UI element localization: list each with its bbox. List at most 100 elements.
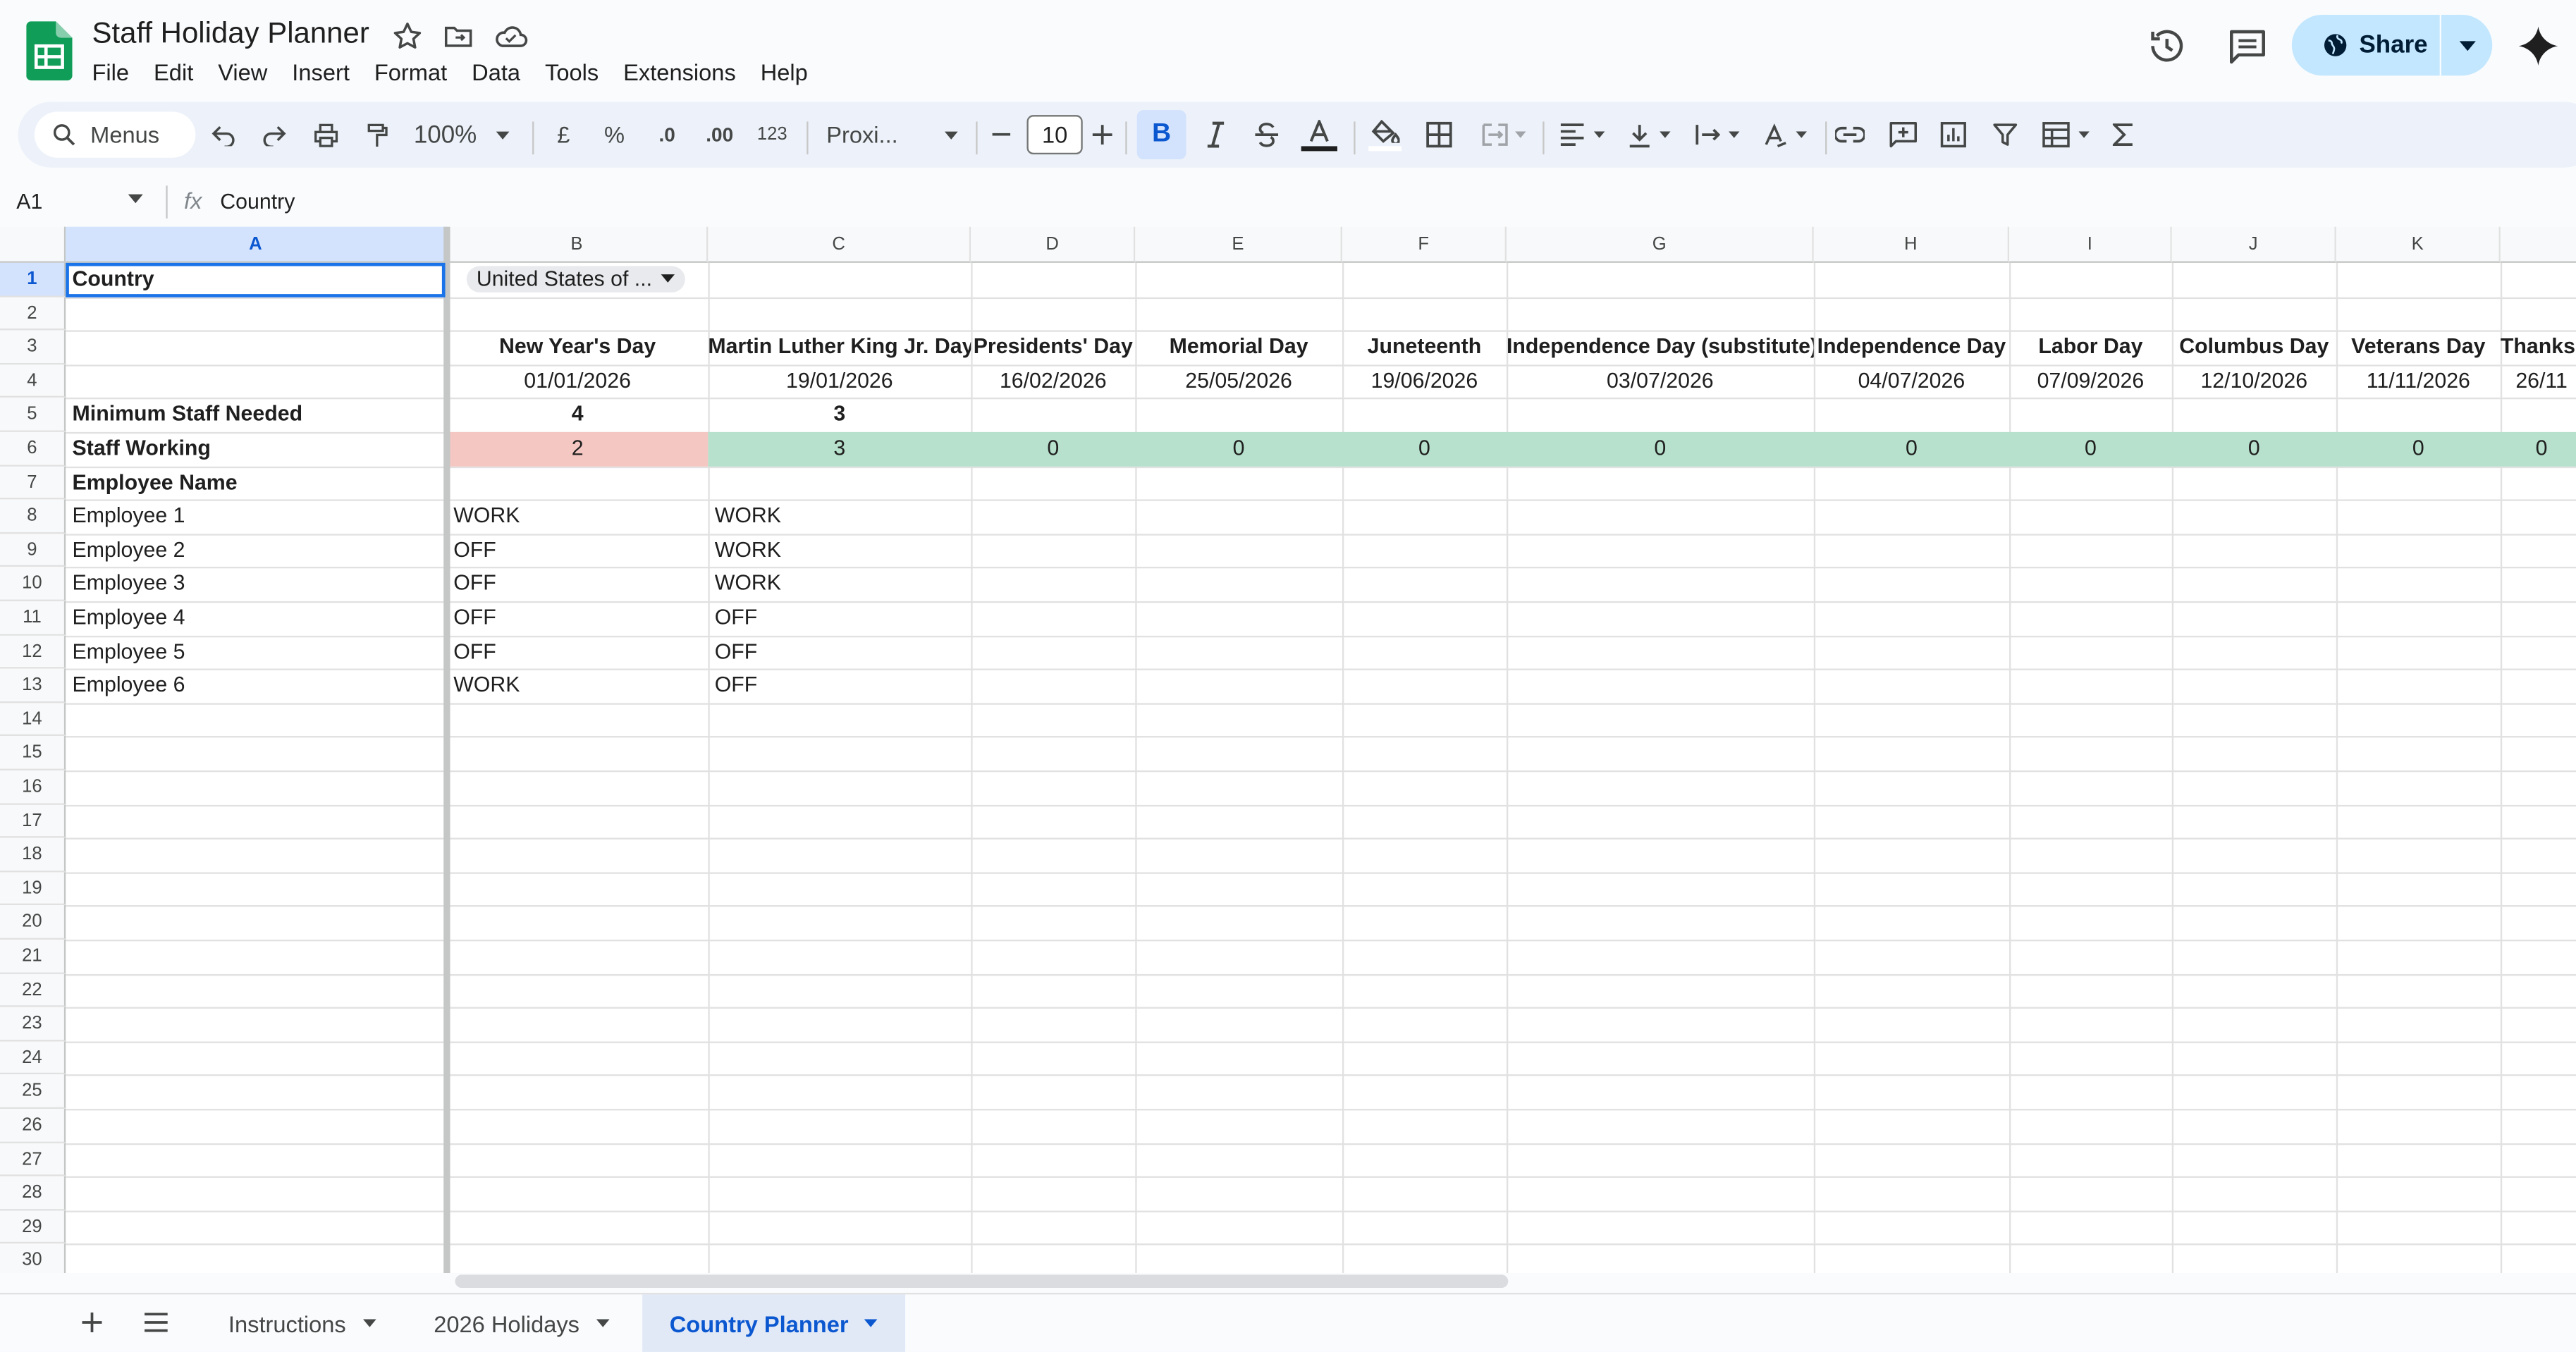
holiday-name[interactable]: Veterans Day <box>2336 331 2501 364</box>
number-format-button[interactable]: 123 <box>752 102 792 167</box>
row-header-28[interactable]: 28 <box>0 1176 66 1210</box>
column-header-h[interactable]: H <box>1813 226 2010 263</box>
holiday-date[interactable]: 01/01/2026 <box>447 364 709 398</box>
column-header-g[interactable]: G <box>1506 226 1814 263</box>
menu-insert[interactable]: Insert <box>292 58 362 87</box>
staff-working-count[interactable]: 0 <box>1135 432 1342 466</box>
employee-name[interactable]: Employee 4 <box>66 601 447 635</box>
staff-working-count[interactable]: 3 <box>708 432 971 466</box>
share-main[interactable]: Share <box>2292 15 2440 75</box>
percent-format-button[interactable]: % <box>601 102 627 167</box>
print-icon[interactable] <box>307 102 343 167</box>
column-header-f[interactable]: F <box>1342 226 1507 263</box>
employee-name[interactable]: Employee 6 <box>66 669 447 703</box>
menu-edit[interactable]: Edit <box>154 58 207 87</box>
staff-working-count[interactable]: 0 <box>971 432 1135 466</box>
insert-link-icon[interactable] <box>1832 102 1867 167</box>
row-header-5[interactable]: 5 <box>0 398 66 432</box>
staff-working-count[interactable]: 0 <box>2501 432 2576 466</box>
row-header-15[interactable]: 15 <box>0 736 66 770</box>
staff-working-count[interactable]: 0 <box>1342 432 1507 466</box>
column-header-e[interactable]: E <box>1135 226 1342 263</box>
move-folder-icon[interactable] <box>442 20 475 53</box>
row-header-29[interactable]: 29 <box>0 1210 66 1245</box>
row-header-26[interactable]: 26 <box>0 1109 66 1143</box>
comments-icon[interactable] <box>2226 25 2269 68</box>
decrease-decimal-button[interactable]: .0 <box>649 102 685 167</box>
row-header-16[interactable]: 16 <box>0 770 66 804</box>
row-header-14[interactable]: 14 <box>0 702 66 737</box>
column-header-i[interactable]: I <box>2009 226 2172 263</box>
min-staff-count[interactable]: 4 <box>447 398 709 432</box>
row-header-27[interactable]: 27 <box>0 1143 66 1177</box>
holiday-date[interactable]: 11/11/2026 <box>2336 364 2501 398</box>
horizontal-align-icon[interactable] <box>1552 102 1612 167</box>
row-header-22[interactable]: 22 <box>0 973 66 1007</box>
staff-working-count[interactable]: 2 <box>447 432 709 466</box>
holiday-date[interactable]: 25/05/2026 <box>1135 364 1342 398</box>
name-box[interactable]: A1 <box>16 189 42 214</box>
cell-a6[interactable]: Staff Working <box>66 432 447 466</box>
row-header-10[interactable]: 10 <box>0 567 66 601</box>
column-header-k[interactable]: K <box>2336 226 2501 263</box>
menu-file[interactable]: File <box>92 58 142 87</box>
holiday-name[interactable]: Juneteenth <box>1342 331 1507 364</box>
holiday-date[interactable]: 12/10/2026 <box>2172 364 2336 398</box>
employee-name[interactable]: Employee 3 <box>66 567 447 601</box>
employee-status-c[interactable]: OFF <box>708 669 971 703</box>
holiday-name[interactable]: Independence Day (substitute) <box>1507 331 1814 364</box>
filter-icon[interactable] <box>1986 102 2022 167</box>
holiday-name[interactable]: Memorial Day <box>1135 331 1342 364</box>
employee-name[interactable]: Employee 5 <box>66 635 447 669</box>
row-header-18[interactable]: 18 <box>0 837 66 872</box>
name-box-chevron-down-icon[interactable] <box>128 194 143 204</box>
share-dropdown-chevron-icon[interactable] <box>2441 15 2492 75</box>
holiday-name[interactable]: Independence Day <box>1814 331 2009 364</box>
employee-status-b[interactable]: OFF <box>447 534 709 567</box>
holiday-date[interactable]: 19/01/2026 <box>708 364 971 398</box>
column-header-a[interactable]: A <box>66 226 447 263</box>
tab-instructions[interactable]: Instructions <box>209 1294 395 1352</box>
employee-name[interactable]: Employee 2 <box>66 534 447 567</box>
employee-status-b[interactable]: OFF <box>447 601 709 635</box>
increase-decimal-button[interactable]: .00 <box>698 102 741 167</box>
row-header-19[interactable]: 19 <box>0 871 66 906</box>
text-wrapping-icon[interactable] <box>1687 102 1746 167</box>
merge-cells-icon[interactable] <box>1473 102 1533 167</box>
employee-status-b[interactable]: OFF <box>447 567 709 601</box>
row-header-21[interactable]: 21 <box>0 939 66 973</box>
search-menus-button[interactable]: Menus <box>34 111 196 158</box>
employee-status-c[interactable]: OFF <box>708 635 971 669</box>
row-header-17[interactable]: 17 <box>0 804 66 838</box>
font-size-input[interactable]: 10 <box>1026 115 1083 155</box>
strikethrough-icon[interactable] <box>1249 102 1284 167</box>
holiday-date[interactable]: 26/11 <box>2501 364 2576 398</box>
row-header-9[interactable]: 9 <box>0 533 66 567</box>
formula-input[interactable]: Country <box>220 189 295 214</box>
staff-working-count[interactable]: 0 <box>1507 432 1814 466</box>
italic-icon[interactable] <box>1198 102 1234 167</box>
all-sheets-menu-icon[interactable] <box>140 1306 173 1339</box>
star-icon[interactable] <box>391 20 424 53</box>
text-color-icon[interactable] <box>1299 102 1339 167</box>
spreadsheet-grid[interactable]: A B C D E F G H I J K 1 2 3 4 5 6 7 8 9 10 11 12 13 14 15 16 17 18 19… <box>0 226 2576 1274</box>
row-header-11[interactable]: 11 <box>0 601 66 635</box>
holiday-name[interactable]: Presidents' Day <box>971 331 1135 364</box>
row-header-8[interactable]: 8 <box>0 499 66 534</box>
paint-format-icon[interactable] <box>358 102 394 167</box>
menu-view[interactable]: View <box>218 58 281 87</box>
row-header-20[interactable]: 20 <box>0 905 66 940</box>
column-header-d[interactable]: D <box>971 226 1136 263</box>
row-header-12[interactable]: 12 <box>0 634 66 669</box>
zoom-select[interactable]: 100% <box>412 102 511 167</box>
row-header-25[interactable]: 25 <box>0 1074 66 1109</box>
font-size-decrease-button[interactable] <box>988 102 1014 167</box>
redo-icon[interactable] <box>257 102 293 167</box>
row-header-23[interactable]: 23 <box>0 1007 66 1041</box>
functions-sigma-icon[interactable] <box>2104 102 2140 167</box>
holiday-date[interactable]: 19/06/2026 <box>1342 364 1507 398</box>
min-staff-count[interactable]: 3 <box>708 398 971 432</box>
row-header-7[interactable]: 7 <box>0 465 66 500</box>
holiday-name[interactable]: Columbus Day <box>2172 331 2336 364</box>
row-header-1[interactable]: 1 <box>0 262 66 297</box>
